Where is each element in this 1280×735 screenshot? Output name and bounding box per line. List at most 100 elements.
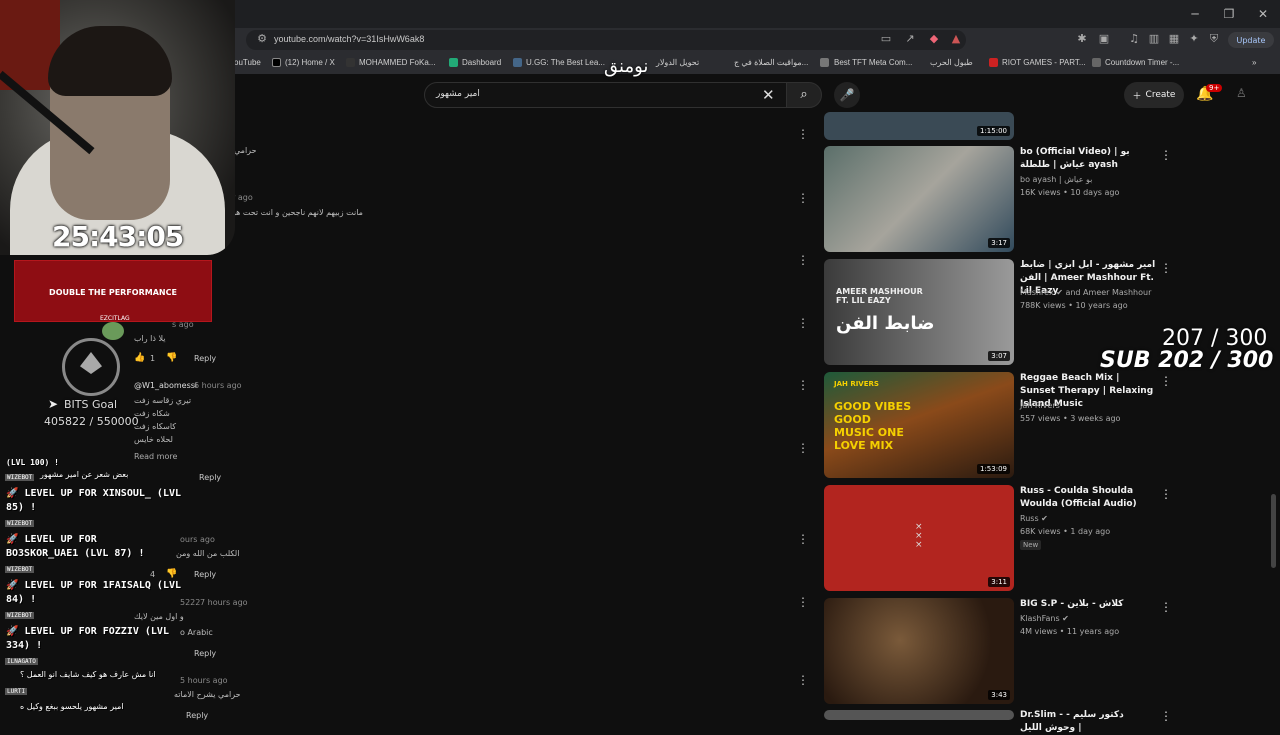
create-button[interactable]: ＋ Create [1124, 82, 1184, 108]
music-icon[interactable]: ♫ [1128, 33, 1140, 45]
comment-text: مانت زبيهم لانهم ناجحين و انت تحت هو [232, 208, 363, 217]
reply-button[interactable]: Reply [194, 354, 216, 363]
video-thumbnail[interactable]: AMEER MASHHOUR FT. LIL EAZY ضابط الفن 3:… [824, 259, 1014, 365]
url-text[interactable]: youtube.com/watch?v=31IsHwW6ak8 [274, 34, 424, 44]
search-icon: ⌕ [800, 87, 808, 102]
comment-menu-icon[interactable]: ⋮ [797, 674, 809, 686]
video-title[interactable]: bo (Official Video) | بو عياش | طلطلة ay… [1020, 146, 1156, 172]
bookmark-youtube[interactable]: ouTube [234, 58, 261, 67]
webcam-feed [0, 0, 235, 255]
video-title[interactable]: Dr.Slim - دكتور سليم - وحوش الليل | [1020, 709, 1156, 735]
video-menu-icon[interactable]: ⋮ [1160, 487, 1172, 501]
video-menu-icon[interactable]: ⋮ [1160, 261, 1172, 275]
cast-icon[interactable]: ▭ [880, 33, 892, 45]
new-badge: New [1020, 540, 1042, 550]
bookmark-riot[interactable]: RIOT GAMES - PART... [1002, 58, 1086, 67]
video-channel[interactable]: Mashrex ✔ and Ameer Mashhour [1020, 288, 1151, 297]
restore-icon[interactable]: ❐ [1212, 0, 1246, 28]
video-title[interactable]: BIG S.P - كلاش - بلاين [1020, 598, 1156, 611]
bookmark-tft[interactable]: Best TFT Meta Com... [834, 58, 912, 67]
like-icon[interactable]: 👍 [134, 353, 145, 363]
reply-button[interactable]: Reply [186, 711, 208, 720]
comment-time: ours ago [180, 535, 215, 544]
video-thumbnail[interactable]: 3:43 [824, 598, 1014, 704]
page-scrollbar[interactable] [1271, 494, 1276, 568]
reply-button[interactable]: Reply [194, 649, 216, 658]
video-title[interactable]: Russ - Coulda Shoulda Woulda (Official A… [1020, 485, 1156, 511]
video-menu-icon[interactable]: ⋮ [1160, 148, 1172, 162]
x-icon [272, 58, 281, 67]
comment-menu-icon[interactable]: ⋮ [797, 379, 809, 391]
search-button[interactable]: ⌕ [786, 82, 822, 108]
search-query[interactable]: امير مشهور [436, 89, 480, 99]
riot-icon [989, 58, 998, 67]
video-thumbnail[interactable]: × × × 3:11 [824, 485, 1014, 591]
bookmark-countdown[interactable]: Countdown Timer -... [1105, 58, 1179, 67]
voice-search-button[interactable]: 🎤 [834, 82, 860, 108]
video-thumbnail[interactable]: JAH RIVERS GOOD VIBES GOOD MUSIC ONE LOV… [824, 372, 1014, 478]
video-stats: 16K views • 10 days ago [1020, 188, 1120, 197]
chat-username: WIZEBOT [5, 474, 35, 481]
reply-button[interactable]: Reply [194, 570, 216, 579]
bookmark-mohammed[interactable]: MOHAMMED FoKa... [359, 58, 435, 67]
video-menu-icon[interactable]: ⋮ [1160, 600, 1172, 614]
extensions-icon[interactable]: ✱ [1076, 33, 1088, 45]
webcam-hair [48, 26, 172, 96]
comment-menu-icon[interactable]: ⋮ [797, 596, 809, 608]
chat-username: WIZEBOT [5, 520, 35, 527]
comment-time: 7 hours ago [200, 598, 248, 607]
bookmark-x-home[interactable]: (12) Home / X [285, 58, 335, 67]
comment-menu-icon[interactable]: ⋮ [797, 254, 809, 266]
reply-button[interactable]: Reply [199, 473, 221, 482]
account-avatar[interactable]: ♙ [1236, 86, 1250, 102]
bookmark-war-drums[interactable]: طبول الحرب [930, 58, 973, 67]
comment-menu-icon[interactable]: ⋮ [797, 442, 809, 454]
video-thumbnail[interactable]: 1:15:00 [824, 112, 1014, 140]
share-icon[interactable]: ↗ [904, 33, 916, 45]
video-thumbnail[interactable] [824, 710, 1014, 720]
rewards-icon[interactable]: ▲ [950, 33, 962, 45]
brave-shield-icon[interactable]: ◆ [928, 33, 940, 45]
video-channel[interactable]: Jah Rivers [1020, 401, 1060, 410]
comment-menu-icon[interactable]: ⋮ [797, 317, 809, 329]
bookmarks-overflow-icon[interactable]: » [1252, 58, 1256, 67]
tab-icon[interactable]: ▣ [1098, 33, 1110, 45]
plus-icon: ＋ [1132, 91, 1142, 102]
bookmark-prayer-times[interactable]: مواقيت الصلاة في ج... [734, 58, 808, 67]
video-channel[interactable]: bo ayash | بو عياش [1020, 175, 1092, 184]
update-button[interactable]: Update [1228, 32, 1274, 48]
video-stats: 557 views • 3 weeks ago [1020, 414, 1121, 423]
chat-message: 🚀 LEVEL UP FOR 1FAISALQ (LVL [6, 580, 182, 591]
comment-text: يلا ذا راب [134, 334, 166, 343]
video-channel[interactable]: KlashFans ✔ [1020, 614, 1069, 623]
sidebar-icon[interactable]: ▥ [1148, 33, 1160, 45]
bookmark-dollar[interactable]: تحويل الدولار [656, 58, 699, 67]
clear-search-icon[interactable]: ✕ [762, 86, 775, 104]
video-duration: 3:43 [988, 690, 1010, 700]
close-icon[interactable]: ✕ [1246, 0, 1280, 28]
comment-menu-icon[interactable]: ⋮ [797, 128, 809, 140]
comment-author[interactable]: @W1_abomessi [134, 381, 197, 390]
comment-line: لحلاه خايس [134, 435, 173, 444]
bookmark-dashboard[interactable]: Dashboard [462, 58, 501, 67]
leo-icon[interactable]: ✦ [1188, 33, 1200, 45]
notification-count: 9+ [1206, 84, 1223, 92]
comment-text: حرامي [234, 146, 257, 155]
thumbnail-mark: × × × [915, 522, 923, 550]
translate-link[interactable]: o Arabic [180, 628, 213, 637]
dislike-icon[interactable]: 👎 [166, 353, 177, 363]
chat-username: ILNAGATO [5, 658, 38, 665]
video-menu-icon[interactable]: ⋮ [1160, 374, 1172, 388]
comment-menu-icon[interactable]: ⋮ [797, 192, 809, 204]
wallet-icon[interactable]: ▦ [1168, 33, 1180, 45]
minimize-icon[interactable]: ─ [1178, 0, 1212, 28]
like-count: 1 [150, 354, 156, 363]
comment-author[interactable]: 5222 [180, 598, 200, 607]
site-info-icon[interactable]: ⚙ [256, 33, 268, 45]
video-menu-icon[interactable]: ⋮ [1160, 709, 1172, 723]
comment-menu-icon[interactable]: ⋮ [797, 533, 809, 545]
video-channel[interactable]: Russ ✔ [1020, 514, 1048, 523]
vpn-icon[interactable]: ⛨ [1208, 33, 1220, 45]
video-thumbnail[interactable]: 3:17 [824, 146, 1014, 252]
bookmark-ugg[interactable]: U.GG: The Best Lea... [526, 58, 605, 67]
